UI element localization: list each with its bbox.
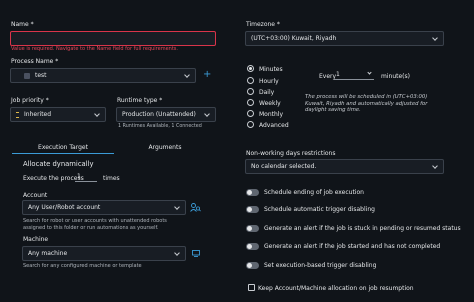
every-suffix: minute(s) [381,73,410,80]
every-value-input[interactable]: 1 [334,70,374,80]
name-error-text: Value is required. Navigate to the Name … [11,46,178,52]
allocate-title: Allocate dynamically [23,160,94,168]
machine-select[interactable]: Any machine [22,246,186,261]
account-select[interactable]: Any User/Robot account [22,200,186,215]
tab-arguments[interactable]: Arguments [114,142,216,154]
every-value: 1 [336,71,340,78]
toggle-auto-disable[interactable] [246,206,259,213]
machine-help-text: Search for any configured machine or tem… [23,263,142,269]
radio-daily[interactable] [247,88,254,95]
radio-monthly-label: Monthly [259,111,284,118]
non-working-value: No calendar selected. [251,163,317,170]
tab-execution-target[interactable]: Execution Target [12,142,114,154]
schedule-note: The process will be scheduled in (UTC+03… [305,94,428,113]
radio-hourly-label: Hourly [259,78,279,85]
radio-monthly[interactable] [247,110,254,117]
radio-minutes-label: Minutes [259,66,283,73]
account-help-text: Search for robot or user accounts with u… [23,218,167,231]
name-label: Name * [11,21,34,28]
process-name-label: Process Name * [11,58,59,65]
runtime-type-label: Runtime type * [117,97,163,104]
toggle-auto-disable-label: Schedule automatic trigger disabling [264,206,375,213]
user-search-icon[interactable] [190,203,201,212]
account-label: Account [23,192,48,199]
toggle-alert-not-completed[interactable] [246,243,259,250]
account-value: Any User/Robot account [28,204,101,211]
radio-advanced[interactable] [247,121,254,128]
toggle-alert-stuck-label: Generate an alert if the job is stuck in… [264,225,461,232]
radio-advanced-label: Advanced [259,122,289,129]
radio-minutes[interactable] [247,65,254,72]
radio-weekly[interactable] [247,99,254,106]
job-priority-select[interactable]: Inherited [10,107,106,122]
plus-icon[interactable]: + [203,70,211,80]
chevron-down-icon [367,70,372,75]
chevron-down-icon [204,111,210,117]
runtime-info-text: 1 Runtimes Available, 1 Connected [118,124,202,129]
radio-daily-label: Daily [259,89,275,96]
chevron-down-icon [432,35,438,41]
toggle-execution-disable-label: Set execution-based trigger disabling [264,262,377,269]
chevron-down-icon [432,163,438,169]
toggle-alert-not-completed-label: Generate an alert if the job started and… [264,243,441,250]
chevron-down-icon [94,111,100,117]
machine-value: Any machine [28,250,68,257]
priority-icon [16,111,19,118]
toggle-execution-disable[interactable] [246,262,259,269]
toggle-schedule-ending-label: Schedule ending of job execution [264,189,364,196]
machine-label: Machine [23,236,49,243]
chevron-down-icon [174,250,180,256]
chevron-down-icon [184,72,190,78]
monitor-icon[interactable] [192,250,200,257]
non-working-label: Non-working days restrictions [246,150,336,157]
name-input[interactable] [10,31,216,46]
execute-suffix: times [103,175,120,182]
radio-hourly[interactable] [247,77,254,84]
timezone-value: (UTC+03:00) Kuwait, Riyadh [251,35,337,42]
runtime-type-value: Production (Unattended) [122,111,196,118]
toggle-schedule-ending[interactable] [246,189,259,196]
process-icon [24,72,30,79]
runtime-type-select[interactable]: Production (Unattended) [116,107,216,122]
radio-weekly-label: Weekly [259,100,281,107]
toggle-alert-stuck[interactable] [246,225,259,232]
chevron-down-icon [174,204,180,210]
keep-account-checkbox[interactable] [248,284,255,291]
execute-count-input[interactable]: 1 [75,172,97,182]
job-priority-label: Job priority * [11,97,49,104]
non-working-select[interactable]: No calendar selected. [245,159,444,174]
keep-account-label: Keep Account/Machine allocation on job r… [258,285,414,292]
timezone-select[interactable]: (UTC+03:00) Kuwait, Riyadh [245,31,444,46]
job-priority-value: Inherited [24,111,52,118]
process-name-select[interactable]: test [10,68,196,83]
process-name-value: test [35,72,47,79]
timezone-label: Timezone * [246,21,280,28]
